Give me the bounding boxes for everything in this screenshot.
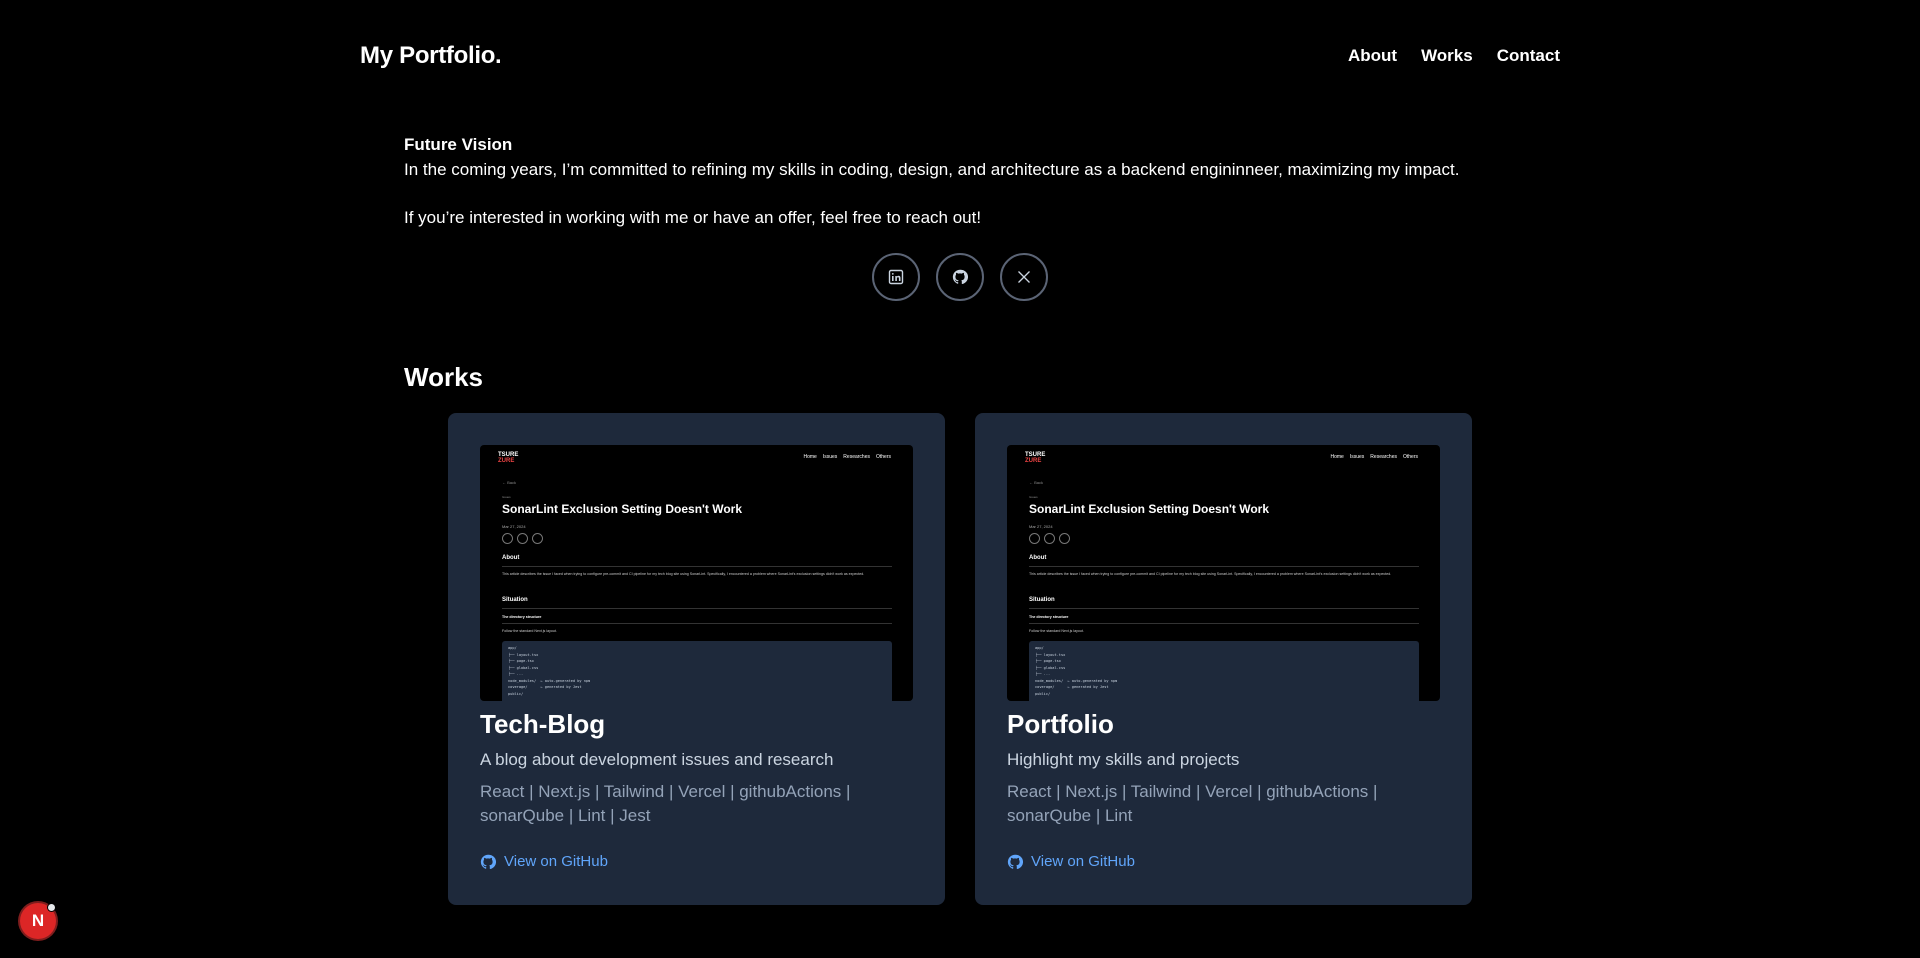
status-dot xyxy=(47,903,56,912)
card-description: Highlight my skills and projects xyxy=(1007,750,1240,769)
thumb-social-icons xyxy=(502,533,543,544)
view-on-github-label: View on GitHub xyxy=(1031,853,1135,870)
thumb-about-text: This article describes the issue I faced… xyxy=(1029,572,1392,576)
x-button[interactable] xyxy=(1000,253,1048,301)
thumb-situation-heading: Situation xyxy=(502,597,528,603)
thumb-dir-heading: The directory structure xyxy=(1029,615,1069,619)
x-icon xyxy=(1018,271,1030,283)
thumb-divider xyxy=(1029,566,1419,567)
thumb-back: ← Back xyxy=(1029,480,1044,485)
thumb-about-text: This article describes the issue I faced… xyxy=(502,572,865,576)
site-logo[interactable]: My Portfolio. xyxy=(360,42,502,70)
main-nav: About Works Contact xyxy=(1348,46,1560,66)
github-icon xyxy=(952,269,968,285)
nav-contact[interactable]: Contact xyxy=(1497,46,1560,66)
nav-about[interactable]: About xyxy=(1348,46,1397,66)
site-header: My Portfolio. About Works Contact xyxy=(0,0,1920,112)
thumb-logo: TSURE ZURE xyxy=(498,452,519,464)
thumb-divider xyxy=(1029,608,1419,609)
works-heading: Works xyxy=(404,362,483,392)
vision-text: In the coming years, I’m committed to re… xyxy=(404,160,1460,179)
thumb-nav: Home Issues Researches Others xyxy=(803,454,892,460)
thumb-social-icons xyxy=(1029,533,1070,544)
thumb-date: Mar 27, 2024 xyxy=(502,524,526,529)
github-icon xyxy=(480,854,496,869)
thumb-logo: TSURE ZURE xyxy=(1025,452,1046,464)
contact-cta-text: If you’re interested in working with me … xyxy=(404,208,982,227)
thumb-divider xyxy=(502,608,892,609)
thumb-category: Issues xyxy=(502,495,511,499)
project-screenshot: TSURE ZURE Home Issues Researches Others ← B… xyxy=(480,445,913,701)
thumb-back: ← Back xyxy=(502,480,517,485)
thumb-code-block: app/ ├── layout.tsx ├── page.tsx ├── glo… xyxy=(1029,641,1419,701)
github-icon xyxy=(1007,854,1023,869)
thumb-code-block: app/ ├── layout.tsx ├── page.tsx ├── glo… xyxy=(502,641,892,701)
thumb-about-heading: About xyxy=(502,555,520,561)
thumb-situation-heading: Situation xyxy=(1029,597,1055,603)
work-card-portfolio[interactable]: TSURE ZURE Home Issues Researches Others ← B… xyxy=(975,413,1472,905)
thumb-divider xyxy=(502,566,892,567)
view-on-github-link[interactable]: View on GitHub xyxy=(480,853,608,870)
linkedin-button[interactable] xyxy=(872,253,920,301)
thumb-title: SonarLint Exclusion Setting Doesn't Work xyxy=(1029,502,1269,516)
thumb-divider xyxy=(502,623,892,624)
github-button[interactable] xyxy=(936,253,984,301)
work-card-tech-blog[interactable]: TSURE ZURE Home Issues Researches Others ← B… xyxy=(448,413,945,905)
card-description: A blog about development issues and rese… xyxy=(480,750,834,769)
view-on-github-link[interactable]: View on GitHub xyxy=(1007,853,1135,870)
social-links xyxy=(872,253,1048,301)
thumb-dir-heading: The directory structure xyxy=(502,615,542,619)
future-vision-section: Future Vision In the coming years, I’m c… xyxy=(404,134,1524,230)
nav-works[interactable]: Works xyxy=(1421,46,1473,66)
thumb-category: Issues xyxy=(1029,495,1038,499)
project-screenshot: TSURE ZURE Home Issues Researches Others ← B… xyxy=(1007,445,1440,701)
linkedin-icon xyxy=(888,269,904,285)
thumb-about-heading: About xyxy=(1029,555,1047,561)
view-on-github-label: View on GitHub xyxy=(504,853,608,870)
card-tags: React | Next.js | Tailwind | Vercel | gi… xyxy=(480,782,851,825)
thumb-dir-text: Follow the standard Next.js layout. xyxy=(1029,629,1084,633)
thumb-title: SonarLint Exclusion Setting Doesn't Work xyxy=(502,502,742,516)
card-title: Portfolio xyxy=(1007,709,1114,739)
card-title: Tech-Blog xyxy=(480,709,606,739)
card-tags: React | Next.js | Tailwind | Vercel | gi… xyxy=(1007,782,1378,825)
thumb-dir-text: Follow the standard Next.js layout. xyxy=(502,629,557,633)
thumb-date: Mar 27, 2024 xyxy=(1029,524,1053,529)
vision-title: Future Vision xyxy=(404,135,513,154)
thumb-nav: Home Issues Researches Others xyxy=(1330,454,1419,460)
thumb-divider xyxy=(1029,623,1419,624)
